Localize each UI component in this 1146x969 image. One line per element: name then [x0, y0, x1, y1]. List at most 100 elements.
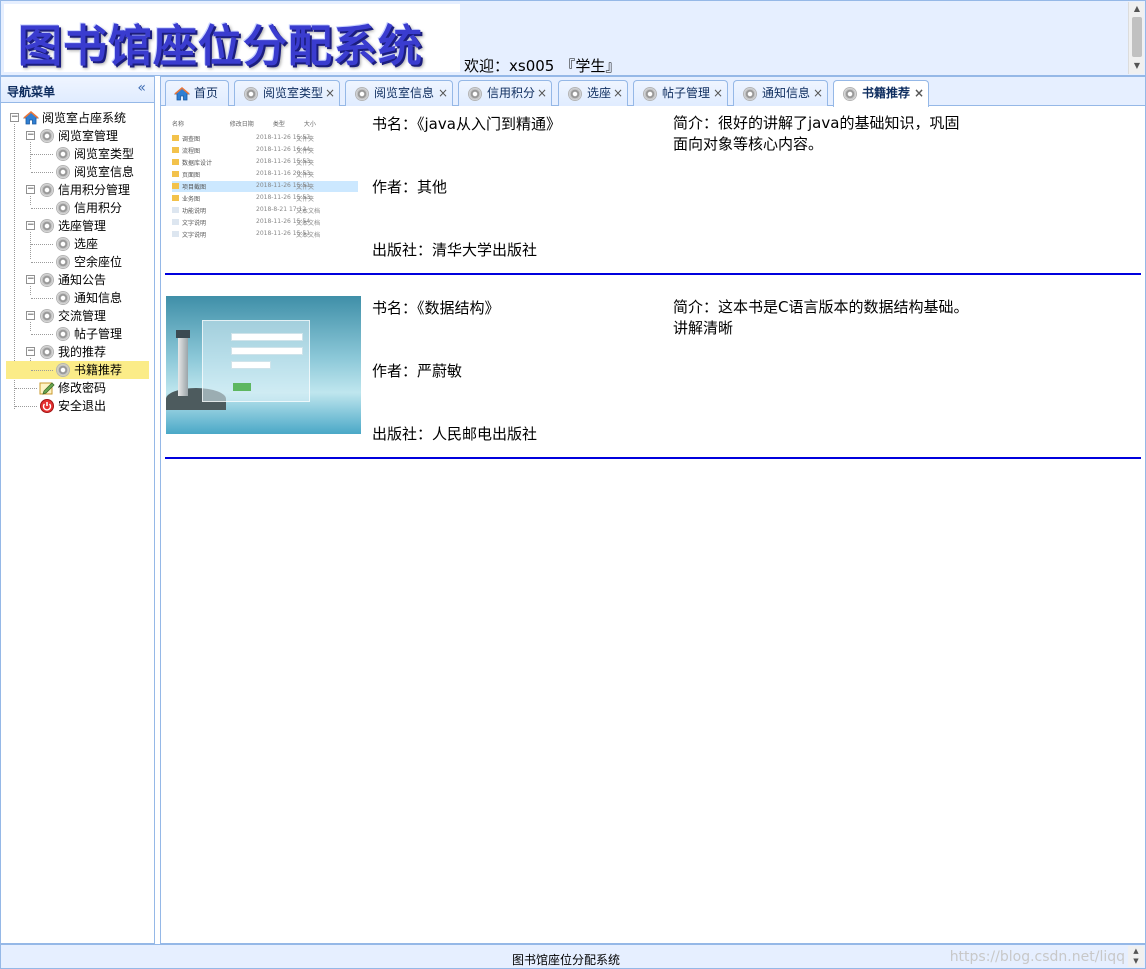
close-icon[interactable]: × [438, 81, 448, 105]
book-author: 作者：严蔚敏 [372, 360, 462, 381]
welcome-role: 『学生』 [560, 57, 621, 75]
exit-icon [39, 398, 55, 414]
tree-node-label: 通知公告 [58, 273, 107, 287]
tree-node-my-recommend[interactable]: − 我的推荐 [1, 343, 154, 361]
collapse-toggle-icon[interactable]: − [26, 275, 35, 284]
collapse-toggle-icon[interactable]: − [26, 311, 35, 320]
close-icon[interactable]: × [813, 81, 823, 105]
tree-node-book-recommend[interactable]: 书籍推荐 [6, 361, 149, 379]
logo: 图书馆座位分配系统 [4, 4, 460, 72]
tab-home[interactable]: 首页 [165, 80, 229, 106]
collapse-toggle-icon[interactable]: − [26, 185, 35, 194]
tab-reading-room-type[interactable]: 阅览室类型 × [234, 80, 340, 106]
tab-label: 阅览室信息 [374, 86, 435, 100]
gear-icon [243, 86, 259, 102]
tree-node-label: 信用积分 [74, 201, 123, 215]
gear-icon [39, 182, 55, 198]
tree-node-label: 帖子管理 [74, 327, 123, 341]
tab-strip: 首页 阅览室类型 × 阅览室信息 × 信用积分 × 选座 × 帖子管理 × 通知… [161, 77, 1145, 107]
tree-node-forum-mgmt[interactable]: − 交流管理 [1, 307, 154, 325]
sidebar-title: 导航菜单 [7, 85, 56, 99]
nav-tree: − 阅览室占座系统 − 阅览室管理 阅览室类型 阅览室信息 − 信用积分管理 信… [1, 109, 154, 413]
tree-node-reading-room-mgmt[interactable]: − 阅览室管理 [1, 127, 154, 145]
tree-node-label: 空余座位 [74, 255, 123, 269]
collapse-toggle-icon[interactable]: − [10, 113, 19, 122]
tree-node-seat-mgmt[interactable]: − 选座管理 [1, 217, 154, 235]
book-intro: 简介：很好的讲解了java的基础知识，巩固面向对象等核心内容。 [673, 113, 973, 155]
tab-label: 帖子管理 [662, 86, 711, 100]
collapse-toggle-icon[interactable]: − [26, 131, 35, 140]
book-card: 书名：《数据结构》 作者：严蔚敏 出版社：人民邮电出版社 简介：这本书是C语言版… [165, 291, 1141, 459]
tab-reading-room-info[interactable]: 阅览室信息 × [345, 80, 453, 106]
tree-node-reading-room-info[interactable]: 阅览室信息 [1, 163, 154, 181]
gear-icon [55, 326, 71, 342]
tree-node-credit-mgmt[interactable]: − 信用积分管理 [1, 181, 154, 199]
gear-icon [842, 86, 858, 102]
lighthouse-login-screenshot [166, 296, 361, 434]
close-icon[interactable]: × [537, 81, 547, 105]
tab-label: 阅览室类型 [263, 86, 324, 100]
tree-node-notices[interactable]: − 通知公告 [1, 271, 154, 289]
book-title-label: 书名： [372, 115, 418, 133]
book-intro-value: 这本书是C语言版本的数据结构基础。讲解清晰 [673, 298, 969, 337]
tree-node-label: 选座 [74, 237, 99, 251]
sidebar-header: 导航菜单 « [1, 77, 154, 103]
tree-node-label: 交流管理 [58, 309, 107, 323]
gear-icon [39, 218, 55, 234]
close-icon[interactable]: × [713, 81, 723, 105]
gear-icon [567, 86, 583, 102]
tab-label: 书籍推荐 [862, 86, 911, 100]
close-icon[interactable]: × [613, 81, 623, 105]
tree-node-label: 通知信息 [74, 291, 123, 305]
gear-icon [55, 254, 71, 270]
tree-node-credit-points[interactable]: 信用积分 [1, 199, 154, 217]
tree-node-label: 阅览室占座系统 [42, 111, 127, 125]
tab-notice-info[interactable]: 通知信息 × [733, 80, 828, 106]
welcome-user: 欢迎：xs005 [464, 57, 555, 75]
scroll-thumb[interactable] [1132, 17, 1142, 57]
edit-icon [39, 380, 55, 396]
logo-title: 图书馆座位分配系统 [18, 21, 423, 72]
tab-select-seat[interactable]: 选座 × [558, 80, 628, 106]
close-icon[interactable]: × [325, 81, 335, 105]
tree-node-post-mgmt[interactable]: 帖子管理 [1, 325, 154, 343]
gear-icon [354, 86, 370, 102]
book-title-value: 《数据结构》 [417, 299, 500, 317]
collapse-toggle-icon[interactable]: − [26, 347, 35, 356]
tree-node-logout[interactable]: 安全退出 [1, 397, 154, 415]
gear-icon [39, 128, 55, 144]
book-author-label: 作者： [372, 178, 418, 196]
tree-node-select-seat[interactable]: 选座 [1, 235, 154, 253]
book-cover-image: 名称 修改日期 类型 大小 调查图 2018-11-26 15:57 文件夹 流程图… [166, 113, 361, 251]
tab-post-mgmt[interactable]: 帖子管理 × [633, 80, 728, 106]
tree-node-free-seats[interactable]: 空余座位 [1, 253, 154, 271]
gear-icon [39, 308, 55, 324]
book-title-value: 《java从入门到精通》 [417, 115, 561, 133]
tree-node-reading-room-type[interactable]: 阅览室类型 [1, 145, 154, 163]
book-title: 书名：《数据结构》 [372, 297, 500, 318]
tab-credit-points[interactable]: 信用积分 × [458, 80, 552, 106]
book-author-value: 严蔚敏 [417, 362, 463, 380]
header-scrollbar[interactable]: ▲ ▼ [1128, 2, 1144, 74]
gear-icon [39, 344, 55, 360]
welcome-text: 欢迎：xs005 『学生』 [464, 55, 626, 76]
book-title-label: 书名： [372, 299, 418, 317]
gear-icon [55, 290, 71, 306]
book-publisher-value: 人民邮电出版社 [432, 425, 538, 443]
close-icon[interactable]: × [914, 81, 924, 105]
book-publisher-label: 出版社： [372, 425, 433, 443]
tree-node-root[interactable]: − 阅览室占座系统 [1, 109, 154, 127]
tab-label: 首页 [194, 86, 219, 100]
footer-scrollbar[interactable]: ▲ ▼ [1128, 946, 1144, 967]
tab-book-recommend[interactable]: 书籍推荐 × [833, 80, 929, 107]
home-icon [22, 110, 40, 126]
book-title: 书名：《java从入门到精通》 [372, 113, 561, 134]
tree-node-notice-info[interactable]: 通知信息 [1, 289, 154, 307]
tree-node-label: 阅览室管理 [58, 129, 119, 143]
tree-node-change-password[interactable]: 修改密码 [1, 379, 154, 397]
watermark: https://blog.csdn.net/liqq [949, 949, 1125, 965]
collapse-toggle-icon[interactable]: − [26, 221, 35, 230]
scroll-up-icon[interactable]: ▲ [1129, 2, 1145, 16]
scroll-down-icon[interactable]: ▼ [1129, 59, 1145, 73]
double-chevron-left-icon[interactable]: « [137, 80, 146, 96]
